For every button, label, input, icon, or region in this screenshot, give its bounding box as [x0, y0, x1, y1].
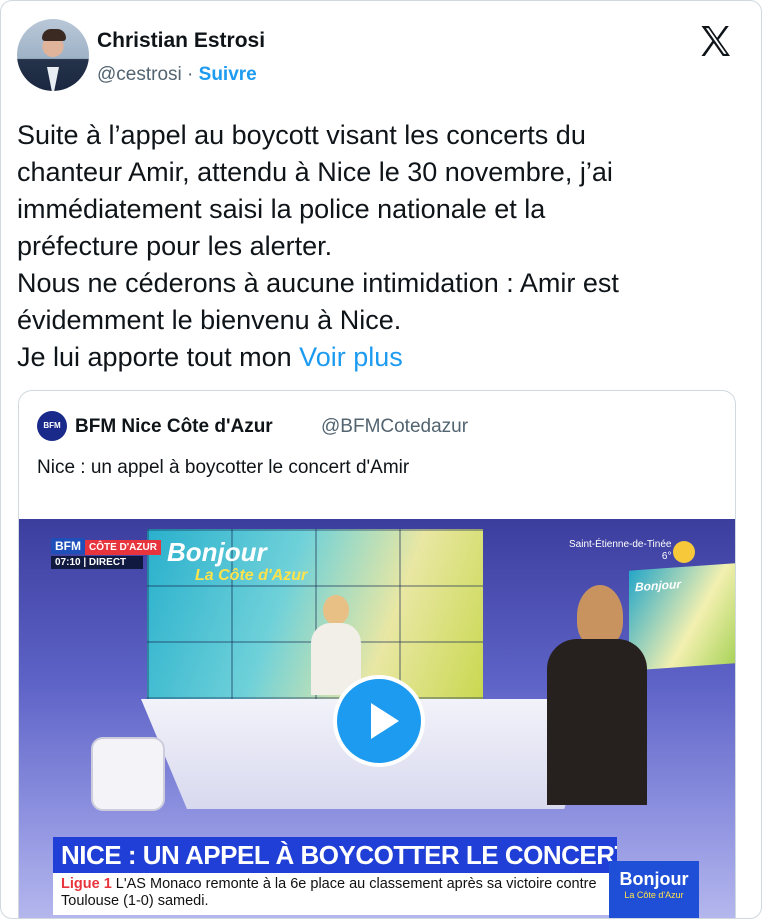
weather-city: Saint-Étienne-de-Tinée	[569, 539, 672, 550]
show-logo-subtitle: La Côte d'Azur	[624, 890, 684, 900]
show-logo-title: Bonjour	[619, 869, 689, 889]
bfm-time-text: 07:10 | DIRECT	[51, 556, 143, 569]
bfm-region-text: CÔTE D'AZUR	[85, 540, 161, 555]
video-player[interactable]: Bonjour La Côte d'Azur Saint-Étienne-de-…	[19, 519, 735, 918]
presenter-head	[323, 595, 349, 625]
avatar-shirt	[47, 67, 59, 91]
tweet-card: Christian Estrosi @cestrosi · Suivre Sui…	[0, 0, 762, 919]
tweet-body: Suite à l’appel au boycott visant les co…	[17, 120, 619, 372]
bfm-logo-text: BFM	[51, 538, 85, 554]
weather-temp: 6°	[661, 551, 672, 562]
quoted-tweet[interactable]: BFM BFM Nice Côte d'Azur @BFMCotedazur N…	[18, 390, 736, 918]
quote-author-name[interactable]: BFM Nice Côte d'Azur	[75, 416, 273, 438]
video-headline: NICE : UN APPEL À BOYCOTTER LE CONCERT D…	[53, 837, 617, 873]
show-more-link[interactable]: Voir plus	[299, 342, 403, 372]
ticker-league: Ligue 1	[61, 876, 112, 892]
author-avatar[interactable]	[17, 19, 89, 91]
show-logo-box: Bonjour La Côte d'Azur	[609, 861, 699, 918]
author-name[interactable]: Christian Estrosi	[97, 29, 265, 53]
quote-text: Nice : un appel à boycotter le concert d…	[37, 457, 410, 478]
guest-body	[547, 639, 647, 805]
bfm-channel-logo: BFM CÔTE D'AZUR 07:10 | DIRECT	[51, 537, 161, 569]
tweet-text: Suite à l’appel au boycott visant les co…	[17, 117, 737, 376]
sun-icon	[673, 541, 695, 563]
quote-author-handle[interactable]: @BFMCotedazur	[321, 416, 468, 438]
screen-subtitle: La Côte d'Azur	[195, 567, 308, 584]
guest-head	[577, 585, 623, 647]
avatar-hair	[42, 29, 66, 41]
studio-chair	[91, 737, 165, 811]
author-handle[interactable]: @cestrosi	[97, 64, 182, 85]
weather-widget: Saint-Étienne-de-Tinée 6°	[569, 539, 671, 563]
screen-title: Bonjour	[167, 537, 267, 567]
x-logo-icon[interactable]	[697, 23, 733, 59]
quote-avatar[interactable]: BFM	[37, 411, 67, 441]
guest-figure	[537, 585, 647, 805]
play-icon[interactable]	[333, 675, 425, 767]
handle-separator: ·	[187, 64, 194, 85]
ticker-text: L'AS Monaco remonte à la 6e place au cla…	[61, 876, 597, 909]
news-ticker: Ligue 1 L'AS Monaco remonte à la 6e plac…	[53, 873, 609, 915]
follow-button[interactable]: Suivre	[199, 64, 257, 85]
author-handle-line: @cestrosi · Suivre	[97, 64, 257, 86]
